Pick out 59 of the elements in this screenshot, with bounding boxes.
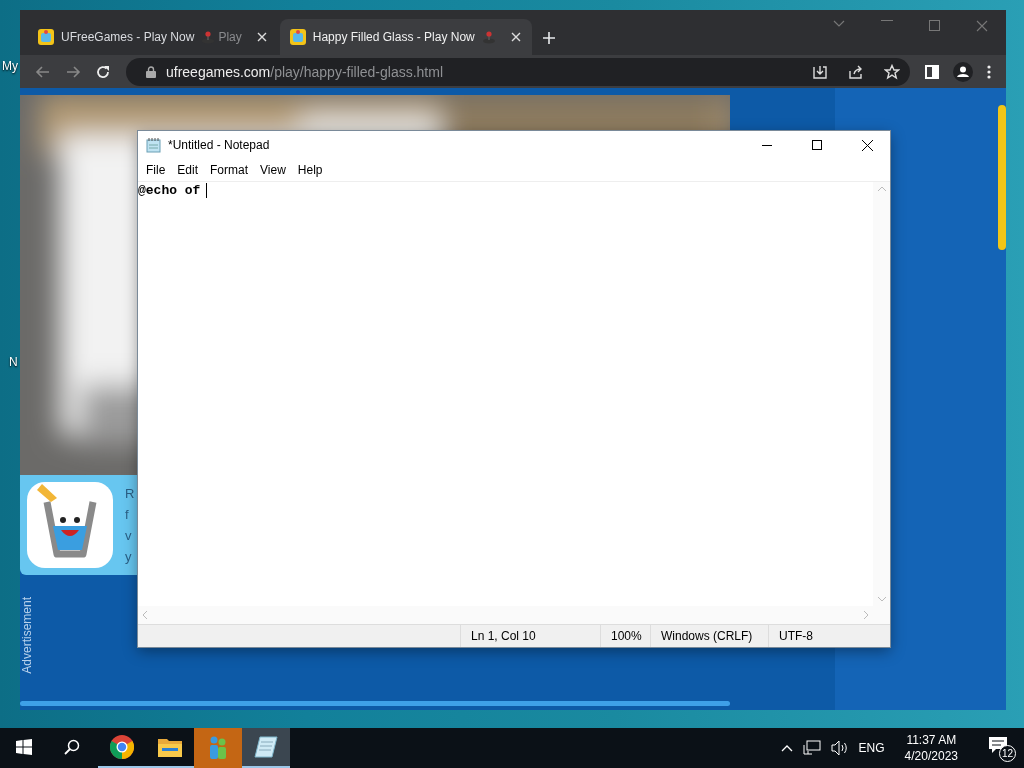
lock-icon — [146, 65, 156, 78]
folder-icon — [158, 737, 182, 757]
ad-card[interactable]: R f v y — [20, 475, 138, 575]
back-icon[interactable] — [35, 63, 51, 80]
ad-text: v — [125, 527, 133, 545]
menu-icon[interactable] — [987, 64, 991, 79]
language-indicator[interactable]: ENG — [858, 741, 885, 755]
browser-tab[interactable]: UFreeGames - Play Now Play — [28, 19, 278, 55]
close-tab-icon[interactable] — [255, 31, 268, 43]
scrollbar-thumb[interactable] — [998, 105, 1006, 250]
install-icon[interactable] — [812, 63, 828, 80]
menu-item[interactable]: Help — [291, 163, 329, 177]
sidebar-icon[interactable] — [925, 64, 939, 79]
editor-text[interactable]: @echo of — [138, 183, 201, 199]
new-tab-icon[interactable] — [541, 31, 556, 45]
ad-text: f — [125, 506, 130, 524]
notepad-icon — [254, 736, 278, 758]
menu-item[interactable]: File — [140, 163, 172, 177]
notepad-icon — [146, 137, 162, 153]
game-icon — [289, 29, 306, 45]
status-text: Windows (CRLF) — [650, 625, 768, 647]
menu-item[interactable]: Format — [204, 163, 255, 177]
browser-tab[interactable]: Happy Filled Glass - Play Now — [279, 19, 532, 55]
window-title: *Untitled - Notepad — [168, 138, 270, 152]
share-icon[interactable] — [848, 63, 864, 80]
profile-icon[interactable] — [953, 61, 973, 82]
ad-text: y — [125, 548, 133, 566]
ad-text: R — [125, 485, 135, 503]
status-text: 100% — [600, 625, 650, 647]
forward-icon[interactable] — [65, 63, 81, 80]
reload-icon[interactable] — [95, 63, 111, 80]
glass-app-icon[interactable] — [27, 482, 113, 568]
advertisement-label: Advertisement — [20, 597, 34, 674]
close-tab-icon[interactable] — [509, 31, 522, 43]
desktop-icon-label[interactable]: My — [2, 59, 18, 73]
joystick-icon — [481, 30, 496, 44]
desktop-icon-label[interactable]: N — [9, 355, 18, 369]
chrome-icon — [110, 735, 134, 759]
clock[interactable]: 11:37 AM 4/20/2023 — [904, 732, 958, 764]
windows-icon — [16, 739, 32, 755]
address-bar[interactable]: ufreegames.com/play/happy-filled-glass.html — [126, 57, 910, 86]
notification-count: 12 — [999, 745, 1016, 762]
volume-icon[interactable] — [830, 740, 849, 756]
text-caret — [206, 183, 208, 198]
chevron-up-icon[interactable] — [780, 744, 793, 752]
taskbar-app[interactable] — [242, 728, 290, 768]
minimize-icon[interactable] — [762, 144, 772, 146]
menu-item[interactable]: Edit — [171, 163, 205, 177]
menu-item[interactable]: View — [254, 163, 292, 177]
close-icon[interactable] — [862, 139, 873, 151]
chevron-down-icon[interactable] — [833, 20, 845, 28]
status-text: Ln 1, Col 10 — [460, 625, 600, 647]
people-icon — [207, 735, 229, 759]
network-icon[interactable] — [802, 740, 821, 756]
status-text: UTF-8 — [768, 625, 873, 647]
maximize-icon[interactable] — [812, 140, 822, 150]
star-icon[interactable] — [884, 63, 900, 80]
search-icon — [64, 739, 80, 755]
game-icon — [38, 29, 54, 45]
